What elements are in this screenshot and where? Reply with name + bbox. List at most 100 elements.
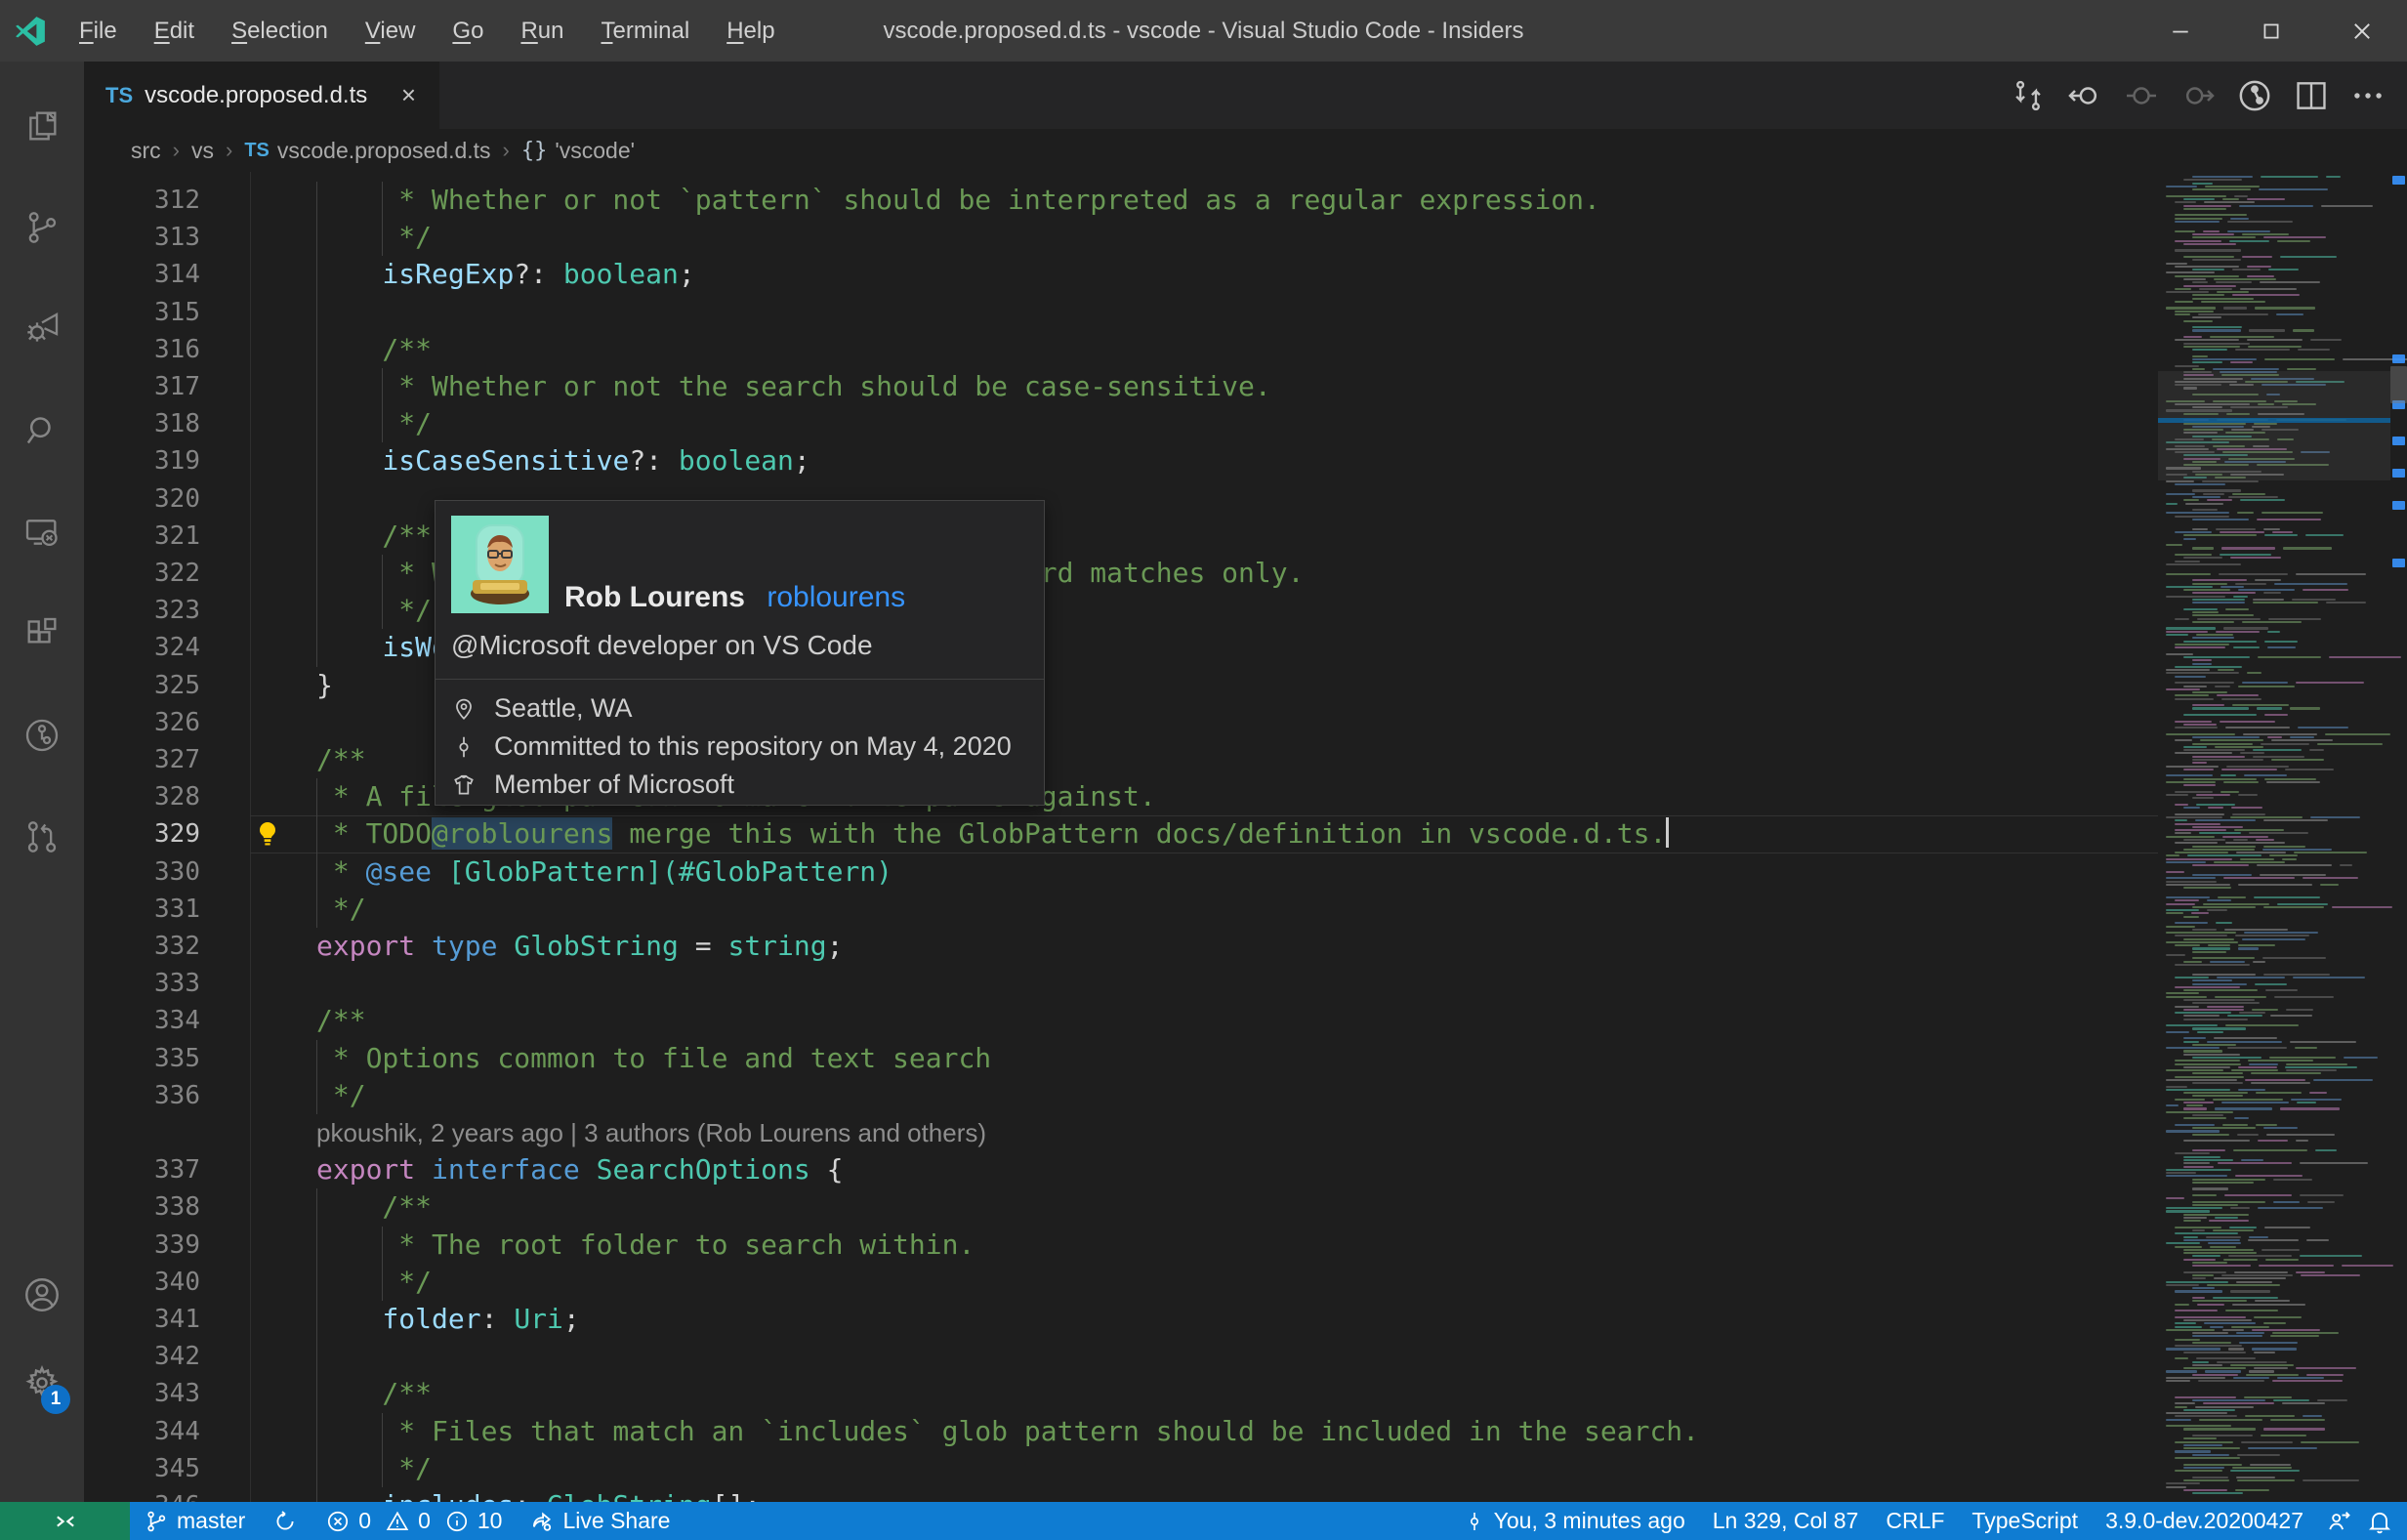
user-login-link[interactable]: roblourens — [767, 581, 905, 613]
blame-status[interactable]: You, 3 minutes ago — [1449, 1502, 1699, 1540]
git-blame-annotation[interactable]: pkoushik, 2 years ago | 3 authors (Rob L… — [84, 1114, 2158, 1151]
minimize-button[interactable] — [2135, 0, 2225, 62]
split-editor-icon[interactable] — [2290, 74, 2333, 117]
remote-indicator[interactable] — [0, 1502, 130, 1540]
menu-go[interactable]: Go — [434, 0, 502, 62]
code-line-327[interactable]: 327 /** — [84, 741, 2158, 778]
menu-view[interactable]: View — [347, 0, 435, 62]
menu-edit[interactable]: Edit — [136, 0, 213, 62]
language-mode-status[interactable]: TypeScript — [1958, 1502, 2092, 1540]
accounts-icon[interactable] — [0, 1248, 84, 1342]
lightbulb-icon[interactable] — [252, 818, 283, 850]
code-line-341[interactable]: 341 folder: Uri; — [84, 1301, 2158, 1339]
minimap-line — [2175, 1012, 2231, 1015]
code-line-322[interactable]: 322 * Whether or not to search for whole… — [84, 555, 2158, 593]
menu-terminal[interactable]: Terminal — [582, 0, 708, 62]
tab-close-icon[interactable]: × — [395, 78, 422, 112]
code-line-331[interactable]: 331 */ — [84, 890, 2158, 928]
code-line-325[interactable]: 325} — [84, 667, 2158, 704]
minimap-line — [2220, 1101, 2290, 1103]
breadcrumb-module-vscode[interactable]: 'vscode' — [555, 138, 635, 164]
minimap-line — [2166, 1207, 2223, 1210]
code-line-337[interactable]: 337 export interface SearchOptions { — [84, 1151, 2158, 1188]
code-line-340[interactable]: 340 */ — [84, 1263, 2158, 1301]
explorer-icon[interactable] — [0, 79, 84, 173]
line-number: 312 — [154, 186, 200, 215]
code-line-324[interactable]: 324 isWordMatch?: boolean; — [84, 629, 2158, 667]
compare-changes-icon[interactable] — [2007, 74, 2050, 117]
notifications-button[interactable] — [2360, 1502, 2407, 1540]
more-actions-icon[interactable] — [2346, 74, 2389, 117]
source-control-icon[interactable] — [0, 181, 84, 274]
code-line-323[interactable]: 323 */ — [84, 592, 2158, 630]
timeline-view-icon[interactable] — [0, 688, 84, 782]
code-line-335[interactable]: 335 * Options common to file and text se… — [84, 1039, 2158, 1077]
live-share-button[interactable]: Live Share — [516, 1502, 684, 1540]
code-line-338[interactable]: 338 /** — [84, 1188, 2158, 1227]
overview-ruler[interactable] — [2390, 172, 2407, 1502]
next-change-icon[interactable] — [2177, 74, 2220, 117]
breadcrumb-filename[interactable]: vscode.proposed.d.ts — [277, 138, 491, 164]
code-line-336[interactable]: 336 */ — [84, 1076, 2158, 1114]
code-editor[interactable]: 312 * Whether or not `pattern` should be… — [84, 172, 2407, 1502]
minimap-line — [2244, 774, 2288, 777]
code-line-321[interactable]: 321 /** — [84, 517, 2158, 555]
code-line-312[interactable]: 312 * Whether or not `pattern` should be… — [84, 182, 2158, 220]
maximize-button[interactable] — [2225, 0, 2316, 62]
minimap[interactable] — [2158, 172, 2407, 1502]
code-line-334[interactable]: 334 /** — [84, 1002, 2158, 1039]
code-line-339[interactable]: 339 * The root folder to search within. — [84, 1226, 2158, 1264]
code-line-343[interactable]: 343 /** — [84, 1375, 2158, 1413]
code-line-315[interactable]: 315 — [84, 293, 2158, 331]
git-branch-status[interactable]: master — [130, 1502, 259, 1540]
timeline-icon[interactable] — [2233, 74, 2276, 117]
code-line-332[interactable]: 332 export type GlobString = string; — [84, 928, 2158, 965]
menu-file[interactable]: File — [61, 0, 136, 62]
minimap-line — [2183, 1447, 2240, 1450]
feedback-button[interactable] — [2317, 1502, 2360, 1540]
run-and-debug-icon[interactable] — [0, 282, 84, 376]
code-line-342[interactable]: 342 — [84, 1338, 2158, 1376]
extensions-icon[interactable] — [0, 587, 84, 681]
scrollbar-slider[interactable] — [2390, 366, 2407, 403]
code-line-329[interactable]: 329 * TODO@roblourens merge this with th… — [84, 815, 2158, 853]
code-line-316[interactable]: 316 /** — [84, 330, 2158, 368]
minimap-line — [2192, 659, 2213, 662]
code-line-345[interactable]: 345 */ — [84, 1449, 2158, 1487]
minimap-line — [2267, 269, 2299, 271]
minimap-line — [2204, 1322, 2257, 1325]
cursor-position-status[interactable]: Ln 329, Col 87 — [1699, 1502, 1873, 1540]
typescript-version-status[interactable]: 3.9.0-dev.20200427 — [2092, 1502, 2317, 1540]
github-pull-request-icon[interactable] — [0, 790, 84, 884]
code-line-328[interactable]: 328 * A file glob pattern to match file … — [84, 778, 2158, 816]
code-line-346[interactable]: 346 includes: GlobString[]; — [84, 1487, 2158, 1502]
code-line-314[interactable]: 314 isRegExp?: boolean; — [84, 256, 2158, 294]
code-line-333[interactable]: 333 — [84, 965, 2158, 1002]
minimap-line — [2232, 704, 2290, 707]
code-line-344[interactable]: 344 * Files that match an `includes` glo… — [84, 1412, 2158, 1450]
settings-badge: 1 — [41, 1385, 70, 1414]
breadcrumb-vs[interactable]: vs — [191, 138, 214, 164]
remote-explorer-icon[interactable] — [0, 485, 84, 579]
menu-help[interactable]: Help — [708, 0, 793, 62]
code-line-320[interactable]: 320 — [84, 479, 2158, 518]
previous-change-icon[interactable] — [2063, 74, 2106, 117]
code-line-313[interactable]: 313 */ — [84, 219, 2158, 257]
search-icon[interactable] — [0, 384, 84, 478]
code-line-330[interactable]: 330 * @see [GlobPattern](#GlobPattern) — [84, 853, 2158, 891]
code-line-318[interactable]: 318 */ — [84, 405, 2158, 443]
breadcrumb-src[interactable]: src — [131, 138, 161, 164]
settings-gear-icon[interactable]: 1 — [0, 1336, 84, 1430]
code-line-317[interactable]: 317 * Whether or not the search should b… — [84, 368, 2158, 406]
minimap-slider[interactable] — [2158, 371, 2390, 480]
text-cursor — [1666, 817, 1670, 849]
close-window-button[interactable] — [2316, 0, 2407, 62]
menu-selection[interactable]: Selection — [213, 0, 347, 62]
tab-vscode-proposed[interactable]: TS vscode.proposed.d.ts × — [84, 62, 439, 129]
code-line-326[interactable]: 326 — [84, 704, 2158, 741]
problems-status[interactable]: 0 0 10 — [311, 1502, 516, 1540]
menu-run[interactable]: Run — [502, 0, 582, 62]
code-line-319[interactable]: 319 isCaseSensitive?: boolean; — [84, 442, 2158, 480]
eol-status[interactable]: CRLF — [1872, 1502, 1958, 1540]
sync-changes-button[interactable] — [259, 1502, 311, 1540]
